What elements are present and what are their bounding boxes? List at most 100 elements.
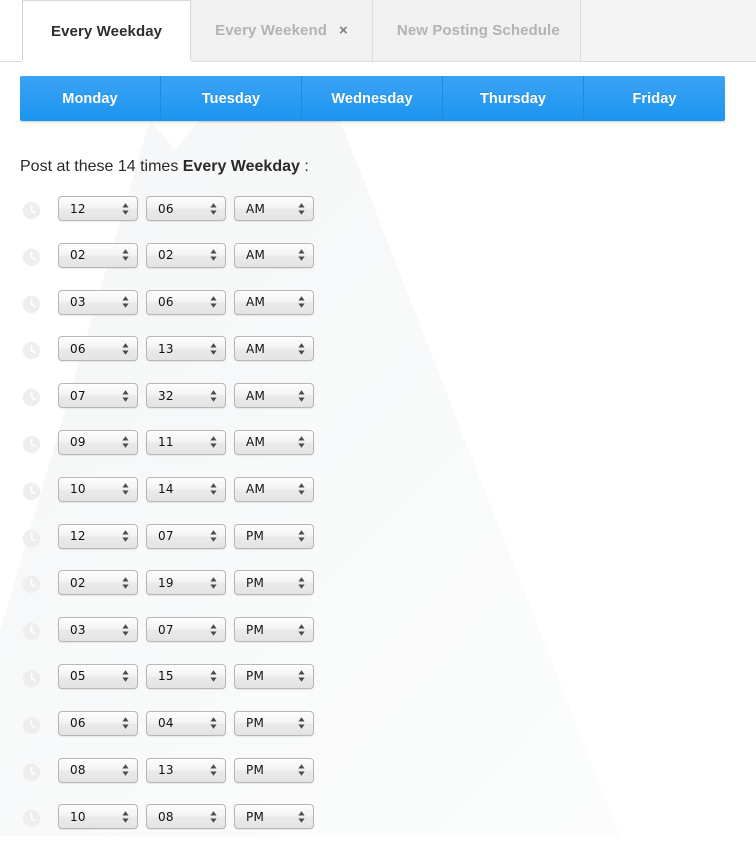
time-row: 07 32 AM [0, 383, 756, 430]
minute-select[interactable]: 19 [146, 570, 226, 596]
minute-value: 06 [158, 201, 174, 216]
stepper-updown-icon [298, 249, 305, 261]
hour-select[interactable]: 03 [58, 289, 138, 315]
stepper-updown-icon [210, 811, 217, 823]
minute-value: 07 [158, 529, 174, 544]
meridiem-value: AM [246, 388, 266, 403]
tab-list: Every Weekday Every Weekend × New Postin… [22, 0, 581, 62]
hour-select[interactable]: 12 [58, 196, 138, 221]
hour-value: 02 [70, 248, 86, 263]
hour-select[interactable]: 12 [58, 523, 138, 549]
hour-select[interactable]: 06 [58, 710, 138, 736]
close-icon[interactable]: × [339, 23, 348, 38]
hour-select[interactable]: 10 [58, 476, 138, 502]
meridiem-value: AM [246, 341, 266, 356]
meridiem-value: AM [246, 435, 266, 450]
meridiem-select[interactable]: AM [234, 196, 314, 221]
hour-select[interactable]: 05 [58, 663, 138, 689]
minute-value: 13 [158, 341, 174, 356]
minute-value: 32 [158, 388, 174, 403]
tab-every-weekend[interactable]: Every Weekend × [191, 0, 373, 61]
tab-label: Every Weekday [51, 22, 163, 40]
minute-select[interactable]: 13 [146, 336, 226, 362]
hour-value: 03 [70, 295, 86, 310]
meridiem-select[interactable]: PM [234, 757, 314, 783]
minute-select[interactable]: 02 [146, 242, 226, 268]
hour-value: 12 [70, 529, 86, 544]
stepper-updown-icon [210, 483, 217, 495]
meridiem-select[interactable]: PM [234, 710, 314, 736]
day-button-friday[interactable]: Friday [584, 76, 725, 121]
meridiem-select[interactable]: PM [234, 523, 314, 549]
heading-prefix: Post at these [20, 158, 118, 175]
hour-value: 06 [70, 341, 86, 356]
stepper-updown-icon [210, 717, 217, 729]
stepper-updown-icon [122, 249, 129, 261]
clock-icon [22, 810, 41, 828]
minute-value: 19 [158, 575, 174, 590]
minute-value: 04 [158, 716, 174, 731]
hour-select[interactable]: 09 [58, 429, 138, 455]
meridiem-value: AM [246, 201, 266, 216]
meridiem-select[interactable]: PM [234, 570, 314, 596]
hour-select[interactable]: 02 [58, 570, 138, 596]
time-row: 10 14 AM [0, 476, 756, 524]
meridiem-select[interactable]: PM [234, 663, 314, 689]
time-row: 03 06 AM [0, 289, 756, 337]
minute-select[interactable]: 08 [146, 804, 226, 830]
day-button-monday[interactable]: Monday [20, 76, 161, 121]
minute-select[interactable]: 06 [146, 289, 226, 315]
minute-select[interactable]: 06 [146, 196, 226, 221]
minute-select[interactable]: 07 [146, 617, 226, 643]
hour-value: 10 [70, 809, 86, 824]
meridiem-select[interactable]: AM [234, 242, 314, 268]
clock-icon [22, 529, 41, 547]
meridiem-select[interactable]: AM [234, 289, 314, 315]
hour-select[interactable]: 08 [58, 757, 138, 783]
day-button-wednesday[interactable]: Wednesday [302, 76, 443, 121]
hour-select[interactable]: 10 [58, 804, 138, 830]
meridiem-value: AM [246, 248, 266, 263]
minute-select[interactable]: 11 [146, 429, 226, 455]
minute-select[interactable]: 13 [146, 757, 226, 783]
hour-value: 08 [70, 763, 86, 778]
minute-value: 15 [158, 669, 174, 684]
minute-select[interactable]: 32 [146, 383, 226, 409]
page-title: Post at these 14 times Every Weekday : [20, 158, 309, 176]
day-button-thursday[interactable]: Thursday [443, 76, 584, 121]
clock-icon [22, 763, 41, 781]
stepper-updown-icon [122, 670, 129, 683]
hour-select[interactable]: 06 [58, 336, 138, 362]
tab-every-weekday[interactable]: Every Weekday [22, 0, 192, 62]
stepper-updown-icon [122, 483, 129, 495]
posting-times-list: 12 06 AM 02 02 AM 03 06 AM 06 13 AM 07 3… [0, 196, 756, 851]
meridiem-select[interactable]: AM [234, 336, 314, 362]
minute-select[interactable]: 15 [146, 663, 226, 689]
stepper-updown-icon [298, 623, 305, 636]
tab-label: New Posting Schedule [396, 22, 560, 39]
tab-new-posting-schedule[interactable]: New Posting Schedule [372, 0, 581, 61]
minute-select[interactable]: 07 [146, 523, 226, 549]
meridiem-select[interactable]: AM [234, 476, 314, 502]
stepper-updown-icon [298, 530, 305, 542]
hour-select[interactable]: 03 [58, 617, 138, 643]
time-row: 09 11 AM [0, 429, 756, 477]
meridiem-select[interactable]: PM [234, 804, 314, 830]
day-button-tuesday[interactable]: Tuesday [161, 76, 302, 121]
meridiem-select[interactable]: PM [234, 617, 314, 643]
stepper-updown-icon [210, 296, 217, 308]
minute-select[interactable]: 04 [146, 710, 226, 736]
stepper-updown-icon [122, 717, 129, 729]
meridiem-select[interactable]: AM [234, 383, 314, 409]
meridiem-select[interactable]: AM [234, 429, 314, 455]
hour-select[interactable]: 07 [58, 383, 138, 409]
hour-select[interactable]: 02 [58, 242, 138, 268]
stepper-updown-icon [122, 202, 129, 215]
stepper-updown-icon [210, 343, 217, 355]
hour-value: 03 [70, 622, 86, 637]
schedule-tab-bar: Every Weekday Every Weekend × New Postin… [0, 0, 756, 62]
clock-icon [22, 576, 41, 594]
stepper-updown-icon [122, 343, 129, 355]
minute-select[interactable]: 14 [146, 476, 226, 502]
time-row: 06 13 AM [0, 336, 756, 383]
